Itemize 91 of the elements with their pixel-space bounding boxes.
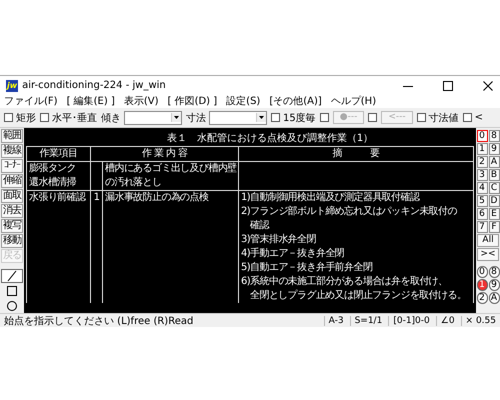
column-header: 作業項目	[26, 146, 90, 162]
column-header: 作 業 内 容	[90, 146, 238, 162]
layer-group-button[interactable]: A	[488, 292, 500, 304]
checkbox[interactable]	[320, 113, 329, 122]
layer-button[interactable]: 2	[476, 156, 488, 168]
layer-button[interactable]: 7	[476, 221, 488, 233]
dropdown-field[interactable]	[209, 110, 267, 124]
menu-item[interactable]: [その他(A)]	[269, 96, 322, 108]
drawing-canvas[interactable]	[24, 128, 476, 313]
table-cell: 槽内にあるゴミ出し及び槽内壁	[105, 162, 236, 176]
layer-group-button[interactable]: 1	[476, 279, 488, 291]
rectangle-icon	[5, 285, 19, 297]
table-cell-text: 膨張タンク	[29, 162, 78, 176]
table-cell-text: 2)フランジ部ボルト締め忘れ又はパッキン未取付の	[241, 205, 458, 219]
circle-icon	[5, 300, 19, 312]
app-icon: jw	[6, 80, 18, 92]
table-cell-text: 全閉としプラグ止め又は閉止フランジを取付ける。	[249, 289, 468, 303]
checkbox-label: 寸法値	[428, 112, 459, 124]
window-title: air-conditioning-224 - jw_win	[22, 80, 167, 91]
layer-button[interactable]: 3	[476, 169, 488, 181]
dropdown-arrow-icon	[256, 113, 266, 122]
checkbox-label: <	[474, 112, 484, 123]
layer-button[interactable]: 1	[476, 143, 488, 155]
line-tool-button[interactable]	[1, 269, 23, 283]
status-field: S=1/1	[350, 316, 382, 326]
layer-button[interactable]: 0	[476, 130, 488, 142]
checkbox[interactable]	[416, 113, 426, 122]
checkbox-label: 水平･垂直	[52, 112, 97, 124]
dropdown-arrow-icon	[171, 113, 181, 122]
status-message: 始点を指示してください (L)free (R)Read	[4, 314, 194, 328]
table-cell-text: 4)手動エア－抜き弁全閉	[241, 247, 346, 261]
column-header: 摘 要	[238, 146, 474, 162]
table-title: 表１ 水配管における点検及び調整作業（1）	[166, 132, 374, 146]
checkbox-label: 矩形	[16, 112, 36, 124]
table-cell: 1	[93, 191, 100, 205]
table-cell-text: 1)自動制御用検出端及び測定器具取付確認	[241, 191, 421, 205]
status-field: A-3	[324, 316, 344, 326]
table-cell-text: 6)系統中の未施工部分がある場合は弁を取付け、	[241, 275, 448, 289]
status-field: × 0.55	[460, 316, 496, 326]
table-cell-text: 還水槽清掃	[29, 176, 78, 190]
tool-button[interactable]: 消去	[1, 204, 23, 218]
table-cell-text: 水張り前確認	[29, 191, 87, 205]
layer-group-button[interactable]: 8	[488, 266, 500, 278]
tool-button[interactable]: 面取	[1, 189, 23, 203]
tool-button[interactable]: 移動	[1, 234, 23, 248]
menu-item[interactable]: 設定(S)	[226, 96, 260, 108]
tool-button[interactable]: 伸縮	[1, 174, 23, 188]
layer-button[interactable]: 4	[476, 182, 488, 194]
layer-button[interactable]: B	[488, 169, 500, 181]
checkbox-label: 15度毎	[283, 112, 316, 124]
dropdown-field[interactable]	[124, 110, 182, 124]
tool-button[interactable]: ｺｰﾅｰ	[1, 159, 23, 173]
dropdown-label: 寸法	[186, 112, 206, 124]
layer-group-button[interactable]: 2	[476, 292, 488, 304]
layer-group-button[interactable]: 0	[476, 266, 488, 278]
status-field: [0-1]0-0	[388, 316, 430, 326]
tool-button[interactable]: 複写	[1, 219, 23, 233]
dropdown-label: 傾き	[101, 112, 121, 124]
menu-item[interactable]: [ 編集(E) ]	[66, 96, 115, 108]
checkbox[interactable]	[462, 113, 472, 122]
checkbox[interactable]	[271, 113, 280, 122]
layer-button[interactable]: 5	[476, 195, 488, 207]
layer-button[interactable]: E	[488, 208, 500, 220]
layer-group-button[interactable]: 9	[488, 279, 500, 291]
layer-action-button[interactable]: All	[477, 234, 499, 247]
table-cell-text: 漏水事故防止の為の点検	[105, 191, 210, 205]
layer-button[interactable]: 9	[488, 143, 500, 155]
maximize-icon[interactable]	[442, 80, 454, 92]
close-icon[interactable]	[482, 80, 494, 92]
layer-action-button[interactable]: ><	[477, 248, 499, 261]
table-cell-text: 確認	[249, 219, 270, 233]
menu-item[interactable]: ファイル(F)	[4, 96, 58, 108]
layer-button[interactable]: F	[488, 221, 500, 233]
layer-button[interactable]: 8	[488, 130, 500, 142]
tool-button[interactable]: 範囲	[1, 129, 23, 143]
menu-item[interactable]: [ 作図(D) ]	[168, 96, 218, 108]
status-field: ∠0	[436, 316, 455, 326]
menu-item[interactable]: ヘルプ(H)	[330, 96, 376, 108]
layer-button[interactable]: C	[488, 182, 500, 194]
table-cell-text: の汚れ落とし	[105, 176, 162, 190]
layer-button[interactable]: A	[488, 156, 500, 168]
layer-button[interactable]: D	[488, 195, 500, 207]
checkbox[interactable]	[4, 113, 13, 122]
table-cell-text: 5)自動エア－抜き弁手前弁全閉	[241, 261, 374, 275]
table-cell-text: 3)管末排水弁全閉	[241, 233, 317, 247]
line-icon	[5, 270, 19, 282]
menu-item[interactable]: 表示(V)	[124, 96, 158, 108]
checkbox[interactable]	[40, 113, 49, 122]
checkbox[interactable]	[368, 113, 378, 122]
tool-button[interactable]: 複線	[1, 144, 23, 158]
layer-button[interactable]: 6	[476, 208, 488, 220]
